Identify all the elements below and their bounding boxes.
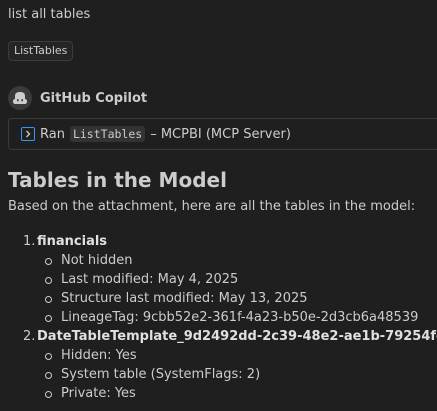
bullet-icon <box>45 277 52 284</box>
bullet-icon <box>45 258 52 265</box>
assistant-name: GitHub Copilot <box>40 90 148 106</box>
reference-chip[interactable]: ListTables <box>8 41 74 61</box>
table-detail: Hidden: Yes <box>61 348 137 363</box>
bullet-icon <box>45 372 52 379</box>
bullet-icon <box>45 391 52 398</box>
copilot-icon <box>8 86 32 110</box>
bullet-icon <box>45 315 52 322</box>
table-detail: Not hidden <box>61 253 133 268</box>
bullet-icon <box>45 296 52 303</box>
list-item-number: 1. <box>23 234 36 249</box>
table-detail: Last modified: May 4, 2025 <box>61 272 239 287</box>
bullet-icon <box>45 353 52 360</box>
assistant-header: GitHub Copilot <box>8 86 147 110</box>
tool-ran-label: Ran <box>40 126 65 142</box>
response-heading: Tables in the Model <box>8 168 227 192</box>
tool-call-row[interactable]: Ran ListTables – MCPBI (MCP Server) <box>8 118 437 150</box>
response-intro: Based on the attachment, here are all th… <box>8 199 416 214</box>
table-detail: Private: Yes <box>61 386 136 401</box>
table-detail: LineageTag: 9cbb52e2-361f-4a23-b50e-2d3c… <box>61 310 419 325</box>
table-name: financials <box>37 234 108 249</box>
tool-server: – MCPBI (MCP Server) <box>150 126 291 142</box>
table-detail: Structure last modified: May 13, 2025 <box>61 291 308 306</box>
table-detail: System table (SystemFlags: 2) <box>61 367 261 382</box>
chevron-right-icon[interactable] <box>21 127 35 141</box>
list-item-number: 2. <box>23 329 36 344</box>
chat-panel: list all tables ListTables GitHub Copilo… <box>0 0 437 411</box>
table-name: DateTableTemplate_9d2492dd-2c39-48e2-ae1… <box>37 329 437 344</box>
tool-name: ListTables <box>69 126 146 142</box>
user-request: list all tables <box>8 7 91 22</box>
